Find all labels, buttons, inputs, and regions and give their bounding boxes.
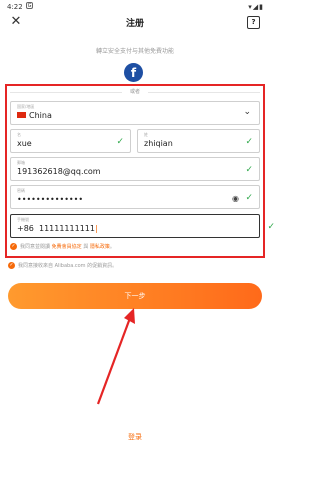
last-name-field[interactable]: 姓 zhiqian ✓ xyxy=(137,129,260,153)
terms-mid: 與 xyxy=(83,244,89,250)
page-subtitle: 轉立安全支付与其他免費功能 xyxy=(95,48,174,55)
signal-battery-icons: ▾◢▮ xyxy=(248,3,264,11)
status-time: 4:22 xyxy=(7,3,23,11)
first-name-field[interactable]: 名 xue ✓ xyxy=(10,129,131,153)
terms-agreement: ✓ 我同意並閱讀 免費會員協定 與 隱私政策。 xyxy=(10,243,265,250)
country-value-wrap: China xyxy=(17,111,52,120)
first-name-value: xue xyxy=(17,139,32,148)
password-field[interactable]: 密碼 •••••••••••••• ◉ ✓ xyxy=(10,185,260,209)
phone-value-wrap: +86 11111111111| xyxy=(17,224,98,233)
country-value: China xyxy=(29,111,52,120)
check-icon: ✓ xyxy=(245,165,253,175)
chevron-down-icon: ⌄ xyxy=(243,107,251,117)
status-bar: 4:22 G ▾◢▮ xyxy=(0,0,270,14)
phone-prefix: +86 xyxy=(17,224,34,233)
check-icon: ✓ xyxy=(116,137,124,147)
arrow-head xyxy=(124,308,135,324)
hide-password-icon[interactable]: ◉ xyxy=(232,194,239,203)
email-label: 郵箱 xyxy=(17,160,25,165)
promo-checkbox[interactable]: ✓ xyxy=(8,262,15,269)
first-name-label: 名 xyxy=(17,132,21,137)
phone-value: 11111111111 xyxy=(38,224,95,233)
facebook-icon: f xyxy=(130,66,137,80)
password-value: •••••••••••••• xyxy=(17,195,84,204)
page-title: 注册 xyxy=(125,19,144,29)
google-notification-icon: G xyxy=(26,2,33,9)
last-name-value: zhiqian xyxy=(144,139,173,148)
check-icon: ✓ xyxy=(267,222,275,232)
country-label: 国家/地區 xyxy=(17,104,35,109)
email-value: 191362618@qq.com xyxy=(17,167,101,176)
help-icon[interactable]: ? xyxy=(247,16,260,29)
password-label: 密碼 xyxy=(17,188,25,193)
privacy-policy-link[interactable]: 隱私政策 xyxy=(90,244,110,250)
promo-consent: ✓ 我同意接收來自 Alibaba.com 的促銷資訊。 xyxy=(8,262,266,269)
terms-pre: 我同意並閱讀 xyxy=(20,244,51,250)
china-flag-icon xyxy=(17,112,26,118)
facebook-login-button[interactable]: f xyxy=(124,63,143,82)
check-icon: ✓ xyxy=(245,137,253,147)
last-name-label: 姓 xyxy=(144,132,148,137)
phone-field[interactable]: 手機號 +86 11111111111| ✓ xyxy=(10,214,275,238)
login-link[interactable]: 登录 xyxy=(0,432,270,442)
terms-post: 。 xyxy=(109,244,115,250)
next-button[interactable]: 下一步 xyxy=(8,283,262,309)
membership-agreement-link[interactable]: 免費會員協定 xyxy=(52,244,82,250)
phone-label: 手機號 xyxy=(17,217,29,222)
arrow-shaft xyxy=(96,317,132,405)
country-select[interactable]: 国家/地區 China ⌄ xyxy=(10,101,260,125)
divider-text: 或者 xyxy=(122,88,148,95)
email-field[interactable]: 郵箱 191362618@qq.com ✓ xyxy=(10,157,260,181)
check-icon: ✓ xyxy=(245,193,253,203)
promo-text: 我同意接收來自 Alibaba.com 的促銷資訊。 xyxy=(18,263,118,269)
terms-checkbox[interactable]: ✓ xyxy=(10,243,17,250)
